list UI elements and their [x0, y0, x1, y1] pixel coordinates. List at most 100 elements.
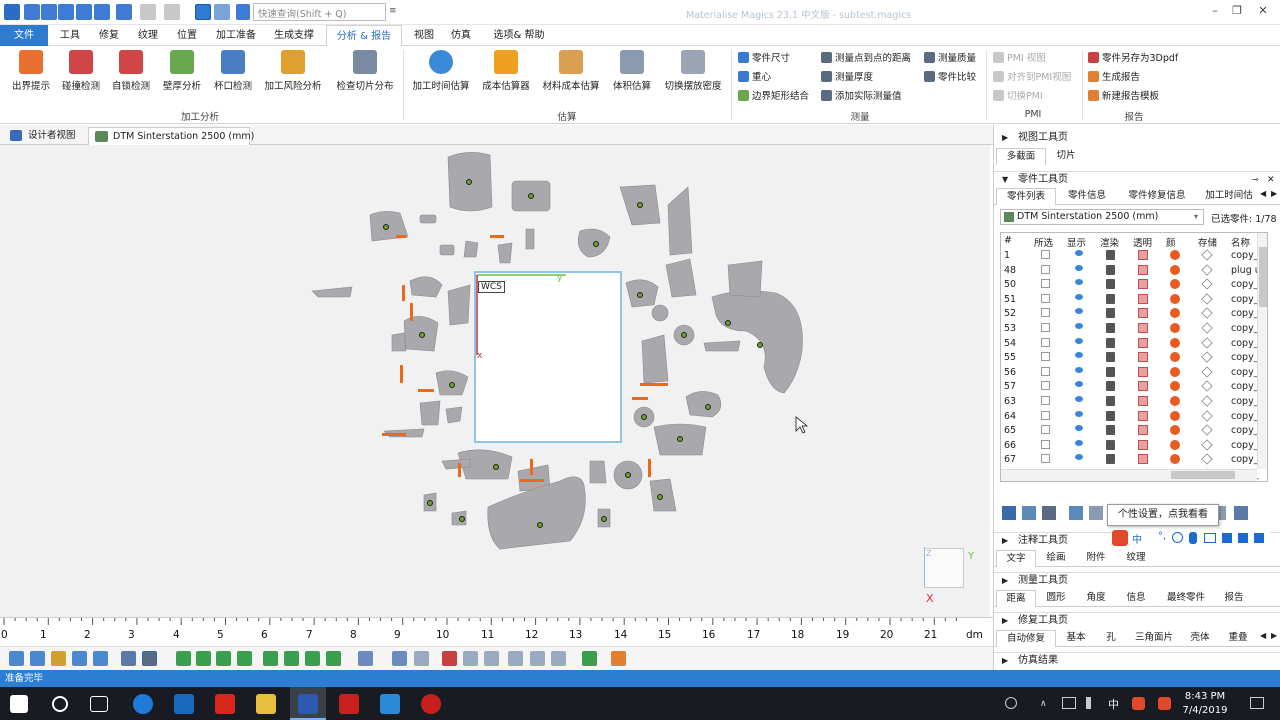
interlock-detect-button[interactable]: 自锁检测 — [108, 50, 154, 92]
color-swatch[interactable] — [1170, 293, 1180, 304]
storage-icon[interactable] — [1201, 351, 1213, 363]
tab-report[interactable]: 报告 — [1216, 590, 1252, 607]
table-row[interactable]: 50 copy_ — [1001, 277, 1267, 292]
grow-icon[interactable] — [484, 651, 499, 666]
table-row[interactable]: 53 copy_ — [1001, 321, 1267, 336]
storage-icon[interactable] — [1201, 380, 1213, 393]
render-cube-icon[interactable] — [1106, 410, 1115, 421]
panel-close-icon[interactable]: ✕ — [1267, 172, 1275, 188]
menu-build-prep[interactable]: 加工准备 — [210, 25, 262, 46]
task-view-icon[interactable] — [90, 696, 108, 712]
color-swatch[interactable] — [1170, 425, 1180, 436]
tab-holes[interactable]: 孔 — [1096, 630, 1126, 647]
view-cube-icon[interactable] — [195, 4, 211, 20]
voice-icon[interactable] — [1189, 532, 1197, 544]
render-cube-icon[interactable] — [1106, 352, 1115, 363]
material-cost-button[interactable]: 材料成本估算 — [540, 50, 602, 92]
transparency-icon[interactable] — [1138, 454, 1148, 465]
undo-icon[interactable] — [140, 4, 156, 20]
ime-toolbar[interactable]: 中 °, — [1112, 530, 1270, 546]
select-checkbox[interactable] — [1041, 396, 1050, 405]
col-header[interactable]: 透明 — [1133, 235, 1152, 249]
menu-support[interactable]: 生成支撑 — [268, 25, 320, 46]
new-file-icon[interactable] — [24, 4, 40, 20]
select-checkbox[interactable] — [1041, 381, 1050, 391]
menu-options-help[interactable]: 选项& 帮助 — [487, 25, 551, 46]
part-table[interactable]: # 所选 显示 渲染 透明 颜 存储 名称 1 copy_ 48 plug u 50 co… — [1000, 232, 1268, 482]
color-swatch[interactable] — [1170, 308, 1180, 319]
tab-machine-view[interactable]: DTM Sinterstation 2500 (mm) — [88, 127, 254, 145]
save-3dpdf-button[interactable]: 零件另存为3Dpdf — [1088, 52, 1178, 66]
part-toolbar-icon[interactable] — [1069, 506, 1083, 520]
part-dimensions-button[interactable]: 零件尺寸 — [738, 52, 790, 66]
menu-position[interactable]: 位置 — [169, 25, 205, 46]
add-measurement-button[interactable]: 添加实际测量值 — [821, 90, 902, 104]
mark-noise-icon[interactable] — [582, 651, 597, 666]
tab-basic[interactable]: 基本 — [1058, 630, 1094, 647]
toggle-density-button[interactable]: 切换摆放密度 — [662, 50, 724, 92]
bounding-box-button[interactable]: 边界矩形结合 — [738, 90, 809, 104]
render-cube-icon[interactable] — [1106, 250, 1115, 260]
color-swatch[interactable] — [1170, 352, 1180, 363]
table-row[interactable]: 67 copy_ — [1001, 452, 1267, 467]
tab-text[interactable]: 文字 — [996, 550, 1036, 567]
part-plate[interactable] — [447, 284, 471, 326]
color-swatch[interactable] — [1170, 323, 1180, 333]
storage-icon[interactable] — [1201, 293, 1213, 305]
select-checkbox[interactable] — [1041, 366, 1050, 376]
transparency-icon[interactable] — [1138, 264, 1148, 275]
delete-mark-icon[interactable] — [442, 651, 457, 666]
part-small[interactable] — [497, 242, 513, 264]
visible-eye-icon[interactable] — [1075, 396, 1083, 402]
point-distance-button[interactable]: 测量点到点的距离 — [821, 52, 911, 66]
menu-view[interactable]: 视图 — [407, 25, 441, 46]
unmark-icon[interactable] — [392, 651, 407, 666]
select-checkbox[interactable] — [1041, 250, 1050, 259]
sogou-tray-icon[interactable] — [1132, 697, 1145, 710]
col-header[interactable]: 名称 — [1231, 235, 1250, 249]
simulation-header[interactable]: ▶ 仿真结果 — [994, 652, 1280, 668]
export-icon[interactable] — [116, 4, 132, 20]
magics-icon[interactable] — [380, 694, 400, 714]
measure-mass-button[interactable]: 测量质量 — [924, 52, 976, 66]
invert-icon[interactable] — [463, 651, 478, 666]
tab-multi-section[interactable]: 多截面 — [996, 148, 1046, 165]
color-swatch[interactable] — [1170, 381, 1180, 392]
select-plane-icon[interactable] — [326, 651, 341, 666]
out-of-bounds-button[interactable]: 出界提示 — [8, 50, 54, 92]
rotate-icon[interactable] — [93, 651, 108, 666]
view-cube-icon[interactable] — [121, 651, 136, 666]
color-swatch[interactable] — [1170, 337, 1180, 348]
volume-icon[interactable] — [1086, 697, 1098, 709]
part-toolbar-icon[interactable] — [1002, 506, 1016, 520]
render-cube-icon[interactable] — [1106, 308, 1115, 319]
part-small[interactable] — [589, 460, 607, 484]
part-bracket[interactable] — [727, 260, 763, 298]
repair-pages-header[interactable]: ▶ 修复工具页 — [994, 612, 1280, 628]
menu-file[interactable]: 文件 — [0, 25, 48, 46]
col-header[interactable]: 所选 — [1034, 235, 1053, 249]
tab-shells[interactable]: 壳体 — [1182, 630, 1218, 647]
table-hscroll-thumb[interactable] — [1171, 471, 1235, 479]
youdao-icon[interactable] — [215, 694, 235, 714]
ie-browser-icon[interactable] — [133, 694, 153, 714]
part-small[interactable] — [419, 214, 437, 224]
clock-date[interactable]: 7/4/2019 — [1180, 705, 1230, 716]
part-flat[interactable] — [311, 286, 353, 298]
render-cube-icon[interactable] — [1106, 279, 1115, 290]
table-row[interactable]: 57 copy_ — [1001, 379, 1267, 394]
search-icon[interactable] — [52, 696, 68, 712]
select-checkbox[interactable] — [1041, 279, 1050, 289]
build-risk-button[interactable]: 加工风险分析 — [262, 50, 324, 92]
tab-scroll-left-icon[interactable]: ◀ — [1260, 189, 1266, 198]
ime-skin-icon[interactable] — [1238, 533, 1248, 543]
transparency-icon[interactable] — [1138, 396, 1148, 406]
tab-draw[interactable]: 绘画 — [1038, 550, 1074, 567]
zoom-window-icon[interactable] — [30, 651, 45, 666]
visible-eye-icon[interactable] — [1075, 250, 1083, 256]
table-row[interactable]: 63 copy_ — [1001, 394, 1267, 409]
machine-select[interactable]: DTM Sinterstation 2500 (mm) ▾ — [1000, 209, 1204, 225]
tab-distance[interactable]: 距离 — [996, 590, 1036, 607]
col-header[interactable]: 存储 — [1198, 235, 1217, 249]
tab-final-part[interactable]: 最终零件 — [1158, 590, 1214, 607]
